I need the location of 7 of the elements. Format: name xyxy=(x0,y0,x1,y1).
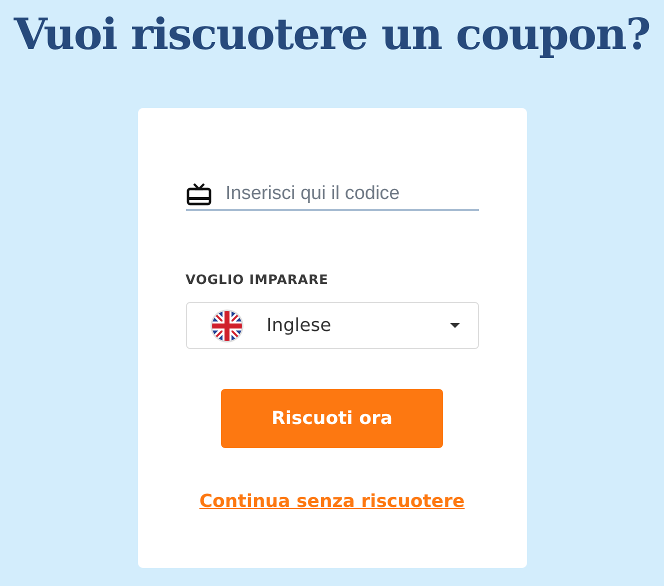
redeem-button[interactable]: Riscuoti ora xyxy=(221,389,443,448)
flag-icon xyxy=(210,308,244,342)
language-select[interactable]: Inglese xyxy=(186,302,478,349)
language-label: VOGLIO IMPARARE xyxy=(186,273,330,288)
skip-link[interactable]: Continua senza riscuotere xyxy=(199,491,465,512)
page-title: Vuoi riscuotere un coupon? xyxy=(14,10,650,60)
caret-icon xyxy=(450,323,460,328)
